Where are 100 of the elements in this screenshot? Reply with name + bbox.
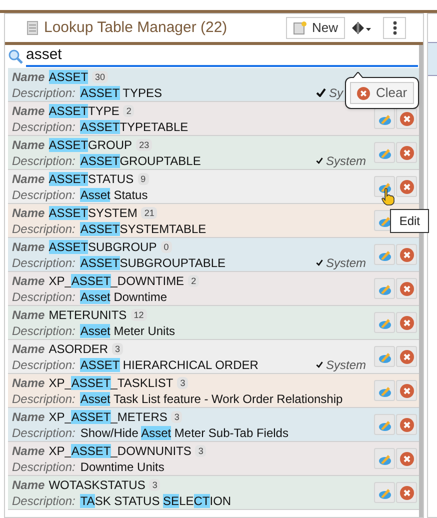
- match-highlight: ASSET: [71, 444, 111, 458]
- description-label: Description:: [12, 152, 76, 168]
- tooltip: Edit: [390, 209, 429, 233]
- name-text: XP_: [48, 444, 72, 458]
- system-label: System: [326, 152, 366, 168]
- match-highlight: ASSET: [71, 410, 111, 424]
- close-icon: [400, 486, 414, 500]
- name-text: XP_: [48, 274, 72, 288]
- check-icon: [316, 360, 323, 369]
- system-label: System: [326, 356, 366, 372]
- description-text: TYPES: [122, 86, 162, 100]
- name-label: Name: [12, 68, 45, 84]
- close-icon: [400, 180, 414, 194]
- name-label: Name: [12, 204, 45, 220]
- name-label: Name: [12, 340, 45, 356]
- match-highlight: ASSET: [48, 206, 88, 220]
- match-highlight: ASSET: [80, 358, 120, 372]
- name-label: Name: [12, 136, 45, 152]
- new-button[interactable]: New: [286, 17, 345, 39]
- list-row[interactable]: Name ASSETTYPE 2 Description: ASSETTYPETABLE: [8, 102, 419, 136]
- close-icon: [400, 316, 414, 330]
- count-badge: 21: [141, 206, 158, 218]
- check-icon: [316, 88, 326, 97]
- close-icon: [400, 146, 414, 160]
- match-highlight: TA: [80, 494, 95, 508]
- count-badge: 3: [112, 342, 124, 354]
- name-label: Name: [12, 408, 45, 424]
- search-field[interactable]: asset: [26, 46, 418, 66]
- match-highlight: ASSET: [80, 86, 120, 100]
- close-icon: [400, 248, 414, 262]
- system-label: System: [326, 254, 366, 270]
- description-label: Description:: [12, 118, 76, 134]
- match-highlight: Asset: [80, 392, 110, 406]
- description-label: Description:: [12, 458, 76, 474]
- description-label: Description:: [12, 424, 76, 440]
- name-text: XP_: [48, 410, 72, 424]
- name-label: Name: [12, 238, 45, 254]
- description-text: ION: [210, 494, 232, 508]
- description-label: Description:: [12, 390, 76, 406]
- kebab-icon: [392, 21, 396, 35]
- check-icon: [316, 258, 323, 267]
- description-text: Meter Units: [112, 324, 176, 338]
- clear-button[interactable]: Clear: [350, 82, 414, 104]
- name-text: _DOWNUNITS: [110, 444, 192, 458]
- count-badge: 2: [123, 104, 134, 116]
- description-text: SYSTEMTABLE: [120, 222, 206, 236]
- name-label: Name: [12, 374, 45, 390]
- match-highlight: ASSET: [48, 104, 88, 118]
- match-highlight: ASSET: [48, 138, 88, 152]
- description-label: Description:: [12, 254, 76, 270]
- match-highlight: CT: [194, 494, 210, 508]
- new-document-icon: [292, 21, 307, 35]
- description-label: Description:: [12, 186, 76, 202]
- match-highlight: ASSET: [48, 70, 88, 84]
- description-text: Meter Sub-Tab Fields: [173, 426, 288, 440]
- name-label: Name: [12, 170, 45, 186]
- name-text: WOTASKSTATUS: [48, 478, 146, 492]
- name-label: Name: [12, 272, 45, 288]
- description-label: Description:: [12, 492, 76, 508]
- match-highlight: SE: [163, 494, 180, 508]
- split-arrows-icon: [351, 22, 371, 34]
- panel-title: Lookup Table Manager (22): [44, 18, 228, 38]
- match-highlight: Asset: [80, 290, 110, 304]
- edit-button[interactable]: [374, 108, 395, 129]
- table-icon: [27, 21, 38, 35]
- name-label: Name: [12, 476, 45, 492]
- close-icon: [357, 86, 370, 100]
- description-text: LE: [179, 494, 194, 508]
- match-highlight: ASSET: [48, 240, 88, 254]
- description-text: TYPETABLE: [120, 120, 188, 134]
- close-icon: [400, 350, 414, 364]
- match-highlight: ASSET: [80, 256, 120, 270]
- description-text: Show/Hide: [80, 426, 140, 440]
- count-badge: 3: [149, 478, 160, 490]
- name-text: _METERS: [110, 410, 168, 424]
- close-icon: [400, 452, 414, 466]
- match-highlight: ASSET: [48, 172, 88, 186]
- layout-toggle-button[interactable]: [351, 22, 371, 34]
- name-text: GROUP: [88, 138, 132, 152]
- name-label: Name: [12, 102, 45, 118]
- match-highlight: ASSET: [80, 154, 120, 168]
- more-options-button[interactable]: [383, 17, 406, 39]
- name-text: _DOWNTIME: [110, 274, 184, 288]
- match-highlight: ASSET: [71, 376, 111, 390]
- description-text: Status: [112, 188, 148, 202]
- delete-button[interactable]: [396, 108, 417, 129]
- name-text: XP_: [48, 376, 72, 390]
- count-badge: 30: [92, 70, 108, 82]
- system-label: Sy: [329, 84, 344, 100]
- edit-button[interactable]: [374, 176, 395, 197]
- count-badge: 3: [177, 376, 188, 388]
- name-text: ASORDER: [48, 342, 108, 356]
- name-text: SUBGROUP: [88, 240, 157, 254]
- description-text: SUBGROUPTABLE: [120, 256, 226, 270]
- match-highlight: ASSET: [80, 120, 120, 134]
- check-icon: [316, 156, 323, 165]
- name-text: SYSTEM: [88, 206, 138, 220]
- match-highlight: ASSET: [71, 274, 111, 288]
- close-icon: [400, 112, 414, 126]
- name-label: Name: [12, 442, 45, 458]
